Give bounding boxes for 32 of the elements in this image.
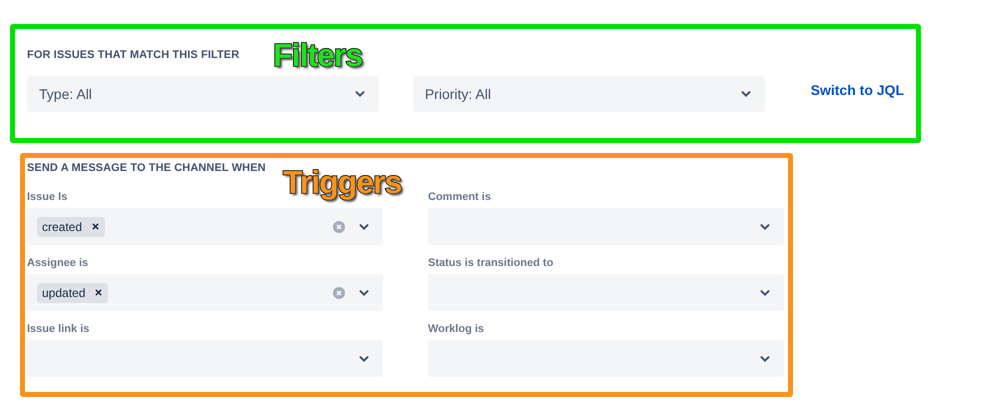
chevron-down-icon[interactable] [740, 91, 751, 97]
chevron-down-icon[interactable] [760, 224, 770, 230]
section-heading: SEND A MESSAGE TO THE CHANNEL WHEN [27, 162, 267, 174]
chevron-down-icon[interactable] [760, 290, 770, 296]
multi-select-field[interactable] [27, 340, 383, 377]
multi-select-field[interactable] [428, 208, 784, 245]
select-field[interactable]: Type: All [27, 76, 379, 112]
select-value: Type: All [39, 86, 92, 102]
field-label: Assignee is [27, 257, 90, 269]
callout-label: Filters [273, 37, 362, 74]
field-label: Worklog is [428, 323, 486, 335]
chevron-down-icon[interactable] [760, 356, 770, 362]
chevron-down-icon[interactable] [354, 91, 365, 97]
chevron-down-icon[interactable] [359, 224, 369, 230]
remove-tag-icon[interactable] [95, 289, 102, 296]
remove-tag-icon[interactable] [92, 223, 100, 230]
tag-label: created [42, 220, 82, 234]
chevron-down-icon[interactable] [359, 356, 369, 362]
multi-select-field[interactable]: updated [27, 274, 383, 311]
field-label: Comment is [428, 191, 492, 203]
select-value: Priority: All [424, 86, 491, 102]
field-label: Issue Is [27, 191, 68, 203]
select-field[interactable]: Priority: All [412, 76, 765, 112]
multi-select-field[interactable] [428, 340, 784, 377]
switch-link[interactable]: Switch to JQL [810, 82, 904, 98]
callout-label: Triggers [283, 164, 402, 201]
multi-select-field[interactable]: created [27, 208, 383, 245]
field-label: Status is transitioned to [428, 257, 554, 269]
chevron-down-icon[interactable] [359, 290, 369, 296]
tag-label: updated [42, 286, 86, 300]
multi-select-field[interactable] [428, 274, 784, 311]
field-label: Issue link is [27, 323, 90, 335]
